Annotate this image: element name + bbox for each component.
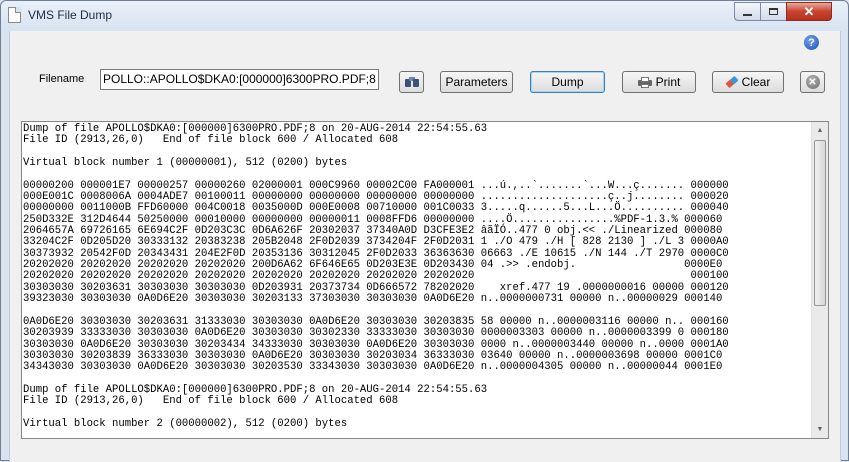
- dump-line: Virtual block number 1 (00000001), 512 (…: [23, 157, 348, 170]
- clear-button[interactable]: Clear: [712, 71, 784, 93]
- filename-label: Filename: [39, 73, 85, 85]
- parameters-button-label: Parameters: [445, 75, 508, 89]
- dump-line: 30303030 30203631 30303030 30303030 0D20…: [23, 281, 729, 294]
- dump-line: 33204C2F 0D205D20 30333132 20383238 205B…: [23, 236, 729, 249]
- filename-input[interactable]: POLLO::APOLLO$DKA0:[000000]6300PRO.PDF;8: [100, 69, 379, 90]
- printer-icon: [637, 76, 652, 88]
- dump-line: 30303030 0A0D6E20 30303030 30203434 3433…: [23, 338, 729, 351]
- dump-line: 2064657A 69726165 6E694C2F 0D203C3C 0D6A…: [23, 225, 723, 238]
- exit-button[interactable]: ✕: [800, 71, 825, 93]
- title-bar[interactable]: VMS File Dump ✕: [1, 1, 848, 30]
- dump-line: 00000200 000001E7 00000257 00000260 0200…: [23, 179, 729, 192]
- binoculars-icon: [404, 77, 419, 87]
- dump-line: 00000000 0011000B FFD60000 004C0018 0035…: [23, 202, 729, 215]
- help-icon[interactable]: ?: [804, 35, 819, 50]
- dump-line: 0A0D6E20 30303030 30203631 31333030 3030…: [23, 315, 729, 328]
- clear-button-label: Clear: [741, 75, 771, 89]
- print-button-label: Print: [655, 75, 681, 89]
- scroll-thumb[interactable]: [814, 140, 826, 306]
- browse-button[interactable]: [399, 71, 424, 93]
- maximize-icon: [769, 8, 778, 15]
- dump-line: Virtual block number 2 (00000002), 512 (…: [23, 417, 348, 430]
- eraser-icon: [725, 75, 739, 89]
- dump-line: File ID (2913,26,0) End of file block 60…: [23, 134, 399, 147]
- scroll-down-icon[interactable]: ▼: [812, 421, 828, 438]
- print-button[interactable]: Print: [622, 71, 696, 93]
- maximize-button[interactable]: [760, 2, 787, 21]
- dump-line: File ID (2913,26,0) End of file block 60…: [23, 395, 399, 408]
- dump-line: 20202020 20202020 20202020 20202020 2020…: [23, 270, 729, 283]
- minimize-button[interactable]: [734, 2, 761, 21]
- dump-output-area[interactable]: Dump of file APOLLO$DKA0:[000000]6300PRO…: [21, 121, 829, 439]
- dump-line: 30203939 33333030 30303030 0A0D6E20 3030…: [23, 327, 729, 340]
- dump-line: 34343030 30303030 0A0D6E20 30303030 3020…: [23, 361, 723, 374]
- dump-line: 39323030 30303030 0A0D6E20 30303030 3020…: [23, 293, 723, 306]
- dump-button[interactable]: Dump: [530, 71, 605, 93]
- dump-line: 30373932 20542F0D 20343431 204E2F0D 2035…: [23, 247, 729, 260]
- dump-line: 30303030 30203839 36333030 30303030 0A0D…: [23, 349, 723, 362]
- dump-line: 250D332E 312D4644 50250000 00010000 0000…: [23, 213, 723, 226]
- document-icon: [8, 7, 21, 23]
- dump-line: Dump of file APOLLO$DKA0:[000000]6300PRO…: [23, 123, 488, 135]
- close-icon: ✕: [803, 4, 815, 19]
- dump-output-text: Dump of file APOLLO$DKA0:[000000]6300PRO…: [22, 122, 812, 438]
- scroll-up-icon[interactable]: ▲: [812, 122, 828, 139]
- client-area: ? Filename POLLO::APOLLO$DKA0:[000000]63…: [9, 31, 841, 462]
- vertical-scrollbar[interactable]: ▲ ▼: [811, 122, 828, 438]
- parameters-button[interactable]: Parameters: [440, 71, 513, 93]
- close-window-button[interactable]: ✕: [786, 2, 832, 21]
- dump-line: 20202020 20202020 20202020 20202020 200D…: [23, 259, 723, 272]
- close-circle-icon: ✕: [805, 75, 820, 89]
- minimize-icon: [743, 13, 752, 16]
- dump-output-lines: Dump of file APOLLO$DKA0:[000000]6300PRO…: [22, 122, 812, 430]
- dump-line: Dump of file APOLLO$DKA0:[000000]6300PRO…: [23, 383, 488, 396]
- app-window: VMS File Dump ✕ ? Filename POLLO::APOLLO…: [0, 0, 849, 462]
- dump-button-label: Dump: [551, 75, 584, 89]
- window-title: VMS File Dump: [28, 8, 113, 22]
